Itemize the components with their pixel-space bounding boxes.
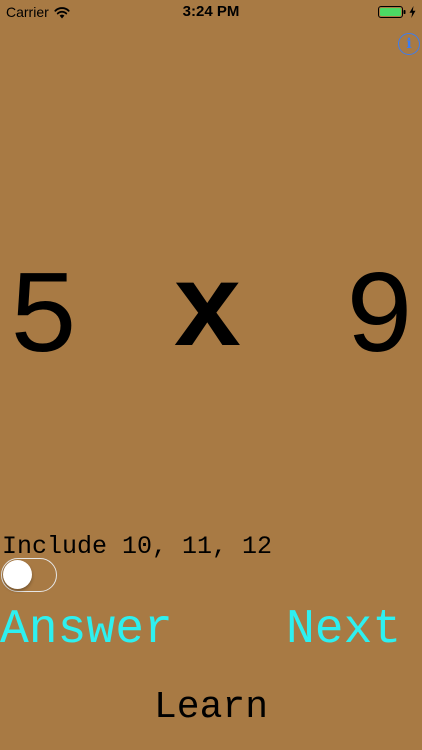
status-time: 3:24 PM [182, 3, 240, 20]
charging-bolt-icon [409, 5, 416, 18]
multiply-operator: x [172, 248, 243, 381]
info-glyph: i [406, 36, 412, 52]
toggle-knob [3, 560, 32, 589]
next-button[interactable]: Next [286, 603, 401, 657]
answer-button[interactable]: Answer [0, 603, 173, 657]
battery-icon [378, 5, 406, 18]
left-operand: 5 [8, 254, 79, 387]
status-bar: Carrier 3:24 PM [0, 0, 422, 24]
multiplication-problem: 5 x 9 [0, 252, 422, 387]
learn-button[interactable]: Learn [0, 686, 422, 730]
info-icon[interactable]: i [398, 33, 420, 55]
include-toggle-label: Include 10, 11, 12 [2, 532, 273, 561]
right-operand: 9 [344, 254, 415, 387]
battery-group [378, 5, 416, 18]
include-toggle-switch[interactable] [1, 558, 57, 592]
